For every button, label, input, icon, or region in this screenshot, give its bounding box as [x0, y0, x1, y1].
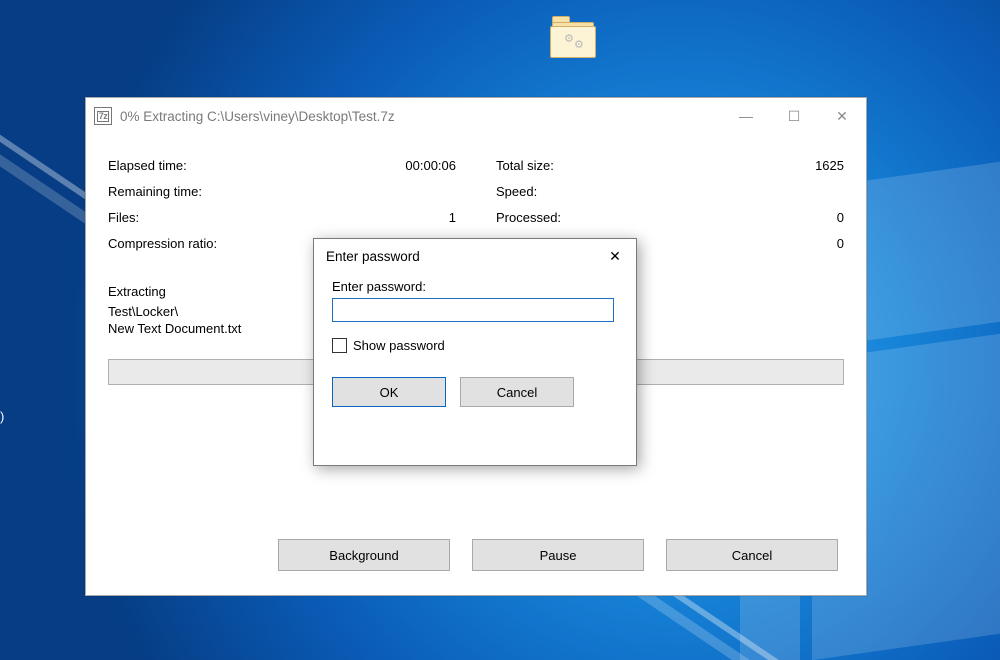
- speed-label: Speed:: [496, 184, 764, 199]
- dialog-title: Enter password: [326, 249, 420, 264]
- elapsed-time-value: 00:00:06: [376, 158, 456, 173]
- gear-icon: ⚙: [564, 32, 574, 45]
- processed-value: 0: [764, 210, 844, 225]
- ok-button[interactable]: OK: [332, 377, 446, 407]
- remaining-time-label: Remaining time:: [108, 184, 376, 199]
- extra-value: 0: [764, 236, 844, 251]
- sevenzip-icon: 7z: [94, 107, 112, 125]
- processed-label: Processed:: [496, 210, 764, 225]
- show-password-label: Show password: [353, 338, 445, 353]
- cancel-button-dialog[interactable]: Cancel: [460, 377, 574, 407]
- total-size-label: Total size:: [496, 158, 764, 173]
- titlebar[interactable]: 7z 0% Extracting C:\Users\viney\Desktop\…: [86, 98, 866, 134]
- maximize-button[interactable]: ☐: [770, 100, 818, 132]
- total-size-value: 1625: [764, 158, 844, 173]
- password-dialog: Enter password ✕ Enter password: Show pa…: [313, 238, 637, 466]
- desktop-folder-icon[interactable]: ⚙ ⚙: [550, 20, 596, 60]
- password-prompt: Enter password:: [332, 279, 618, 294]
- elapsed-time-label: Elapsed time:: [108, 158, 376, 173]
- gear-icon: ⚙: [574, 38, 584, 51]
- cancel-button[interactable]: Cancel: [666, 539, 838, 571]
- close-button[interactable]: ✕: [818, 100, 866, 132]
- desktop: ) ⚙ ⚙ 7z 0% Extracting C:\Users\viney\De…: [0, 0, 1000, 660]
- dialog-close-button[interactable]: ✕: [594, 242, 636, 270]
- stray-text: ): [0, 409, 4, 424]
- background-button[interactable]: Background: [278, 539, 450, 571]
- files-value: 1: [376, 210, 456, 225]
- window-title: 0% Extracting C:\Users\viney\Desktop\Tes…: [120, 109, 395, 124]
- password-input[interactable]: [332, 298, 614, 322]
- files-label: Files:: [108, 210, 376, 225]
- show-password-checkbox[interactable]: [332, 338, 347, 353]
- minimize-button[interactable]: —: [722, 100, 770, 132]
- pause-button[interactable]: Pause: [472, 539, 644, 571]
